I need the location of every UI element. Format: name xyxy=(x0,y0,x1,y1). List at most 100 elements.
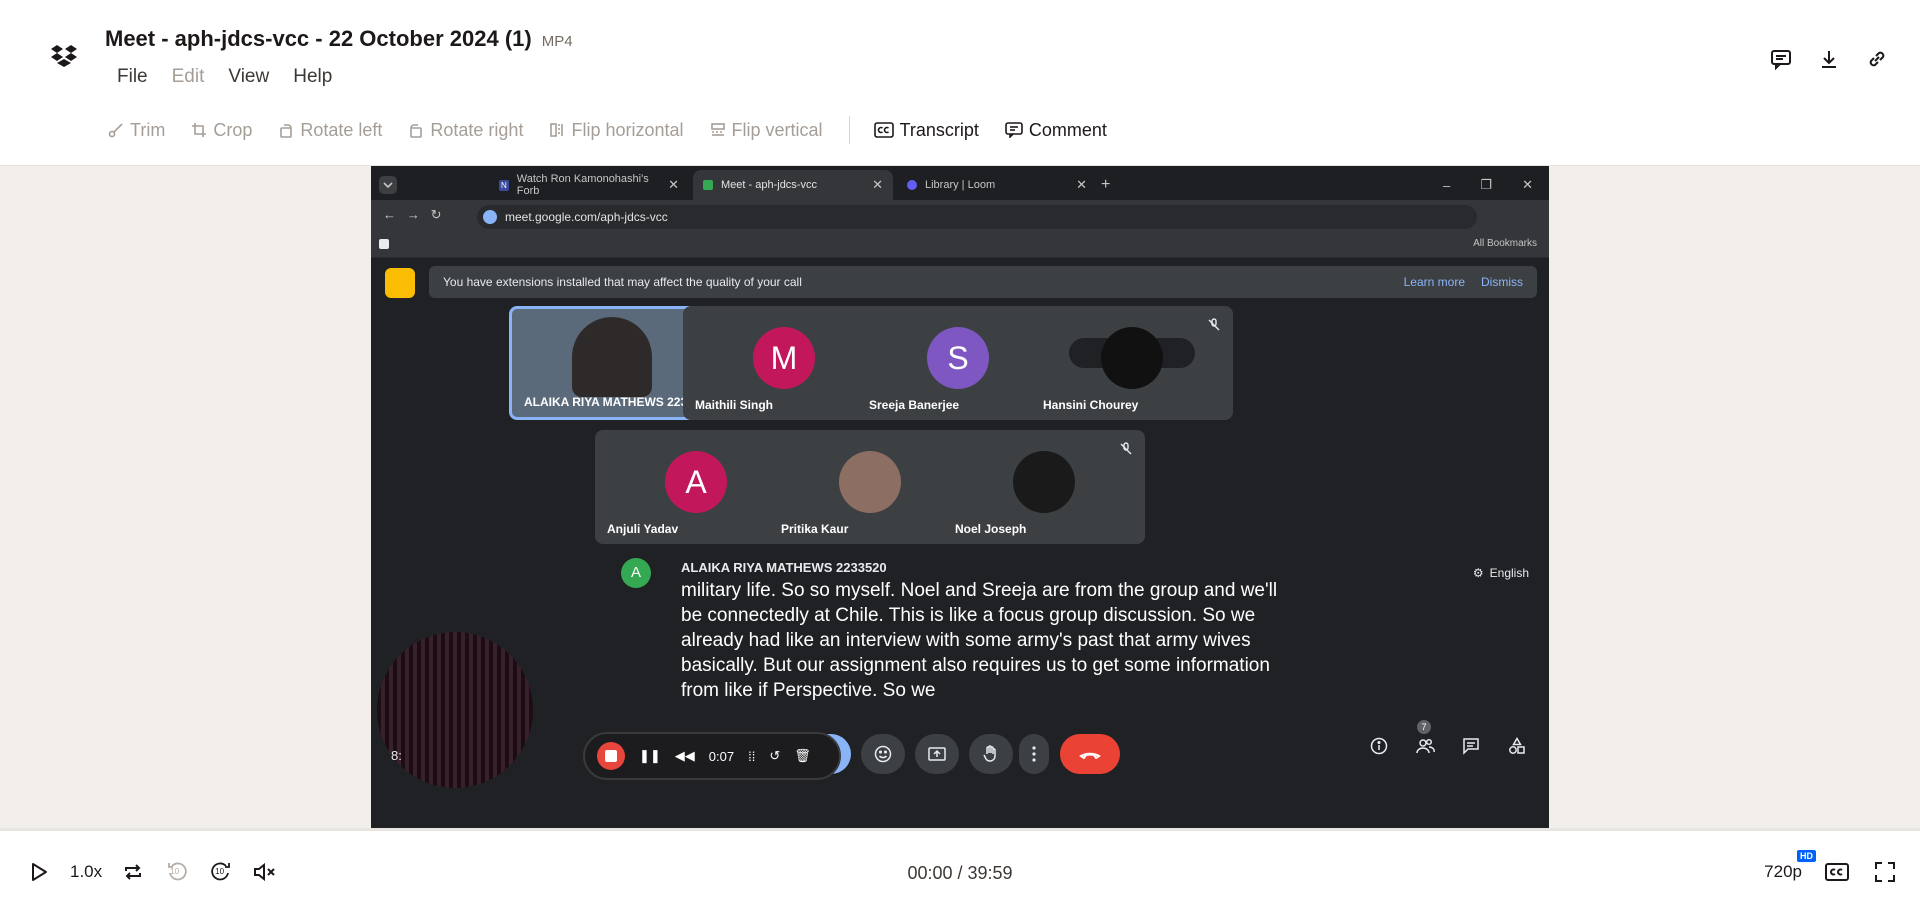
meet-side-controls: 7 xyxy=(1367,720,1529,758)
site-info-icon xyxy=(483,210,497,224)
quality-label: 720p xyxy=(1764,862,1802,881)
participant-avatar: S xyxy=(927,327,989,389)
browser-tab-3: Library | Loom ✕ xyxy=(897,170,1097,200)
transcript-label: Transcript xyxy=(899,119,979,140)
site-favicon-icon: N xyxy=(499,179,509,191)
participant-avatar xyxy=(839,451,901,513)
browser-tab-title: Library | Loom xyxy=(925,179,996,191)
meet-call-area: You have extensions installed that may a… xyxy=(371,258,1549,828)
emoji-icon xyxy=(861,734,905,774)
browser-tab-title: Meet - aph-jdcs-vcc xyxy=(721,179,817,191)
speaker-name: ALAIKA RIYA MATHEWS 2233520 xyxy=(681,560,887,575)
restore-icon: ❐ xyxy=(1480,177,1492,192)
present-screen-icon xyxy=(915,734,959,774)
rotate-right-icon xyxy=(410,124,423,138)
end-call-icon xyxy=(1060,734,1120,774)
comment-button[interactable]: Comment xyxy=(1005,120,1107,141)
grid-icon: ⁞⁞ xyxy=(748,748,756,764)
flip-horizontal-icon xyxy=(550,123,564,137)
tab-close-icon: ✕ xyxy=(1076,177,1087,192)
rotate-right-button[interactable]: Rotate right xyxy=(408,120,523,141)
file-title: Meet - aph-jdcs-vcc - 22 October 2024 (1… xyxy=(105,26,532,51)
bookmarks-bar: All Bookmarks xyxy=(371,232,1549,258)
mic-off-icon xyxy=(1120,442,1132,455)
speaker-avatar: A xyxy=(621,558,651,588)
participant-avatar: M xyxy=(753,327,815,389)
comments-icon[interactable] xyxy=(1768,46,1794,72)
trim-button[interactable]: Trim xyxy=(108,120,165,141)
browser-tab-1: N Watch Ron Kamonohashi's Forb ✕ xyxy=(489,170,689,200)
transcript-button[interactable]: Transcript xyxy=(873,119,979,141)
tab-close-icon: ✕ xyxy=(668,177,679,192)
browser-tabstrip: N Watch Ron Kamonohashi's Forb ✕ Meet - … xyxy=(371,166,1549,200)
participant-name: Pritika Kaur xyxy=(781,522,849,536)
banner-text: You have extensions installed that may a… xyxy=(443,275,802,289)
player-right-controls: 720p HD xyxy=(1764,850,1898,885)
all-bookmarks-label: All Bookmarks xyxy=(1473,238,1537,249)
meet-favicon-icon xyxy=(703,180,713,190)
bookmark-icon xyxy=(379,239,389,249)
menu-file[interactable]: File xyxy=(105,64,160,90)
rotate-right-label: Rotate right xyxy=(430,119,524,140)
quality-selector[interactable]: 720p HD xyxy=(1764,850,1816,882)
participant-video xyxy=(572,317,652,397)
file-type-badge: MP4 xyxy=(541,33,573,50)
flip-horizontal-label: Flip horizontal xyxy=(571,119,684,140)
participant-tile: ALAIKA RIYA MATHEWS 2233... xyxy=(509,306,711,420)
participant-tile: M Maithili Singh xyxy=(683,306,885,420)
mic-off-icon xyxy=(1208,318,1220,331)
caption-text: military life. So so myself. Noel and Sr… xyxy=(681,580,1278,701)
comment-icon xyxy=(1005,122,1023,138)
player-controls: 1.0x 10 10 00:00 / 39:59 720p HD xyxy=(0,831,1920,912)
participant-avatar xyxy=(1013,451,1075,513)
download-icon[interactable] xyxy=(1816,46,1842,72)
rotate-left-button[interactable]: Rotate left xyxy=(278,120,382,141)
fullscreen-icon[interactable] xyxy=(1872,859,1898,885)
tab-search-icon xyxy=(377,170,399,200)
flip-vertical-icon xyxy=(710,123,725,136)
caption-language: ⚙ English xyxy=(1473,566,1529,580)
people-icon: 7 xyxy=(1413,720,1437,758)
header: Meet - aph-jdcs-vcc - 22 October 2024 (1… xyxy=(0,0,1920,166)
new-tab-icon: + xyxy=(1101,176,1111,193)
url-text: meet.google.com/aph-jdcs-vcc xyxy=(505,210,668,224)
info-icon xyxy=(1367,734,1391,758)
extension-banner: You have extensions installed that may a… xyxy=(429,266,1537,298)
participant-tile: Pritika Kaur xyxy=(769,430,971,544)
toolbar-divider xyxy=(848,116,850,144)
trim-label: Trim xyxy=(130,119,166,140)
tab-close-icon: ✕ xyxy=(872,177,883,192)
flip-vertical-button[interactable]: Flip vertical xyxy=(710,120,823,141)
dropbox-logo-icon[interactable] xyxy=(50,44,78,70)
crop-button[interactable]: Crop xyxy=(191,120,252,141)
gear-icon: ⚙ xyxy=(1472,566,1484,580)
minimize-icon: – xyxy=(1443,177,1451,193)
participant-avatar xyxy=(1101,327,1163,389)
rotate-left-label: Rotate left xyxy=(300,119,383,140)
participant-name: ALAIKA RIYA MATHEWS 2233... xyxy=(524,395,704,409)
menu-view[interactable]: View xyxy=(216,64,281,90)
trim-icon xyxy=(108,123,123,138)
flip-vertical-label: Flip vertical xyxy=(731,119,823,140)
title-row: Meet - aph-jdcs-vcc - 22 October 2024 (1… xyxy=(105,26,573,52)
flip-horizontal-button[interactable]: Flip horizontal xyxy=(549,119,684,141)
closed-captions-icon xyxy=(873,122,894,138)
rewind-icon: ◀◀ xyxy=(674,748,695,763)
copy-link-icon[interactable] xyxy=(1864,46,1890,72)
menu-bar: File Edit View Help xyxy=(105,64,344,90)
participant-name: Maithili Singh xyxy=(695,398,773,412)
caption-language-label: English xyxy=(1489,566,1529,580)
browser-address-bar: ← → ↻ meet.google.com/aph-jdcs-vcc xyxy=(371,200,1549,232)
video-frame[interactable]: N Watch Ron Kamonohashi's Forb ✕ Meet - … xyxy=(371,166,1549,828)
closed-captions-icon[interactable] xyxy=(1824,859,1850,885)
participant-tile: A Anjuli Yadav xyxy=(595,430,797,544)
crop-label: Crop xyxy=(213,119,253,140)
menu-help[interactable]: Help xyxy=(281,64,344,90)
participant-name: Hansini Chourey xyxy=(1043,398,1139,412)
learn-more-link: Learn more xyxy=(1403,275,1465,289)
activities-icon xyxy=(1505,734,1529,758)
close-window-icon: ✕ xyxy=(1522,177,1533,192)
menu-edit[interactable]: Edit xyxy=(160,64,217,90)
nav-arrows-icon: ← → ↻ xyxy=(383,207,442,222)
comment-label: Comment xyxy=(1028,119,1107,140)
